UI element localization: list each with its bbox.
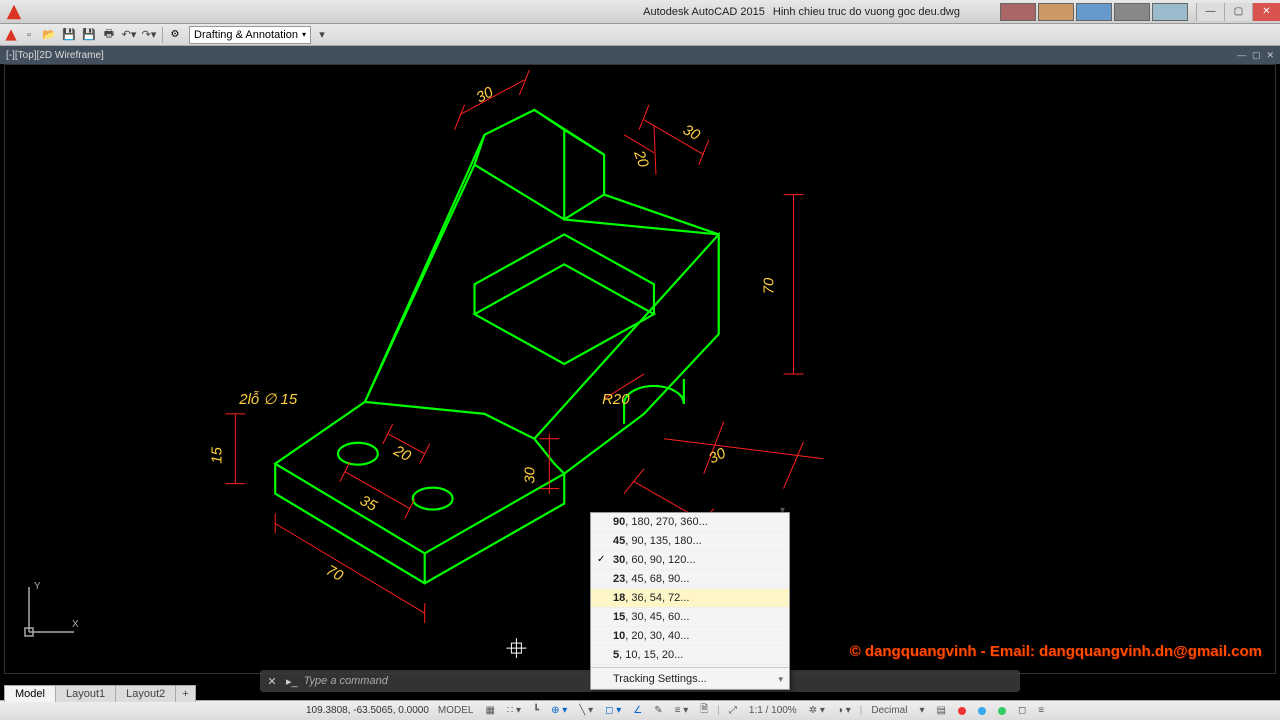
quick-access-toolbar: ▫ 📂 💾 💾 🖶 ↶▾ ↷▾ ⚙ Drafting & Annotation … <box>0 24 1280 46</box>
watermark: © dangquangvinh - Email: dangquangvinh.d… <box>850 643 1262 660</box>
status-bar: 109.3808, -63.5065, 0.0000 MODEL ▦ ∷ ▾ ┗… <box>0 700 1280 720</box>
status-space[interactable]: MODEL <box>435 705 477 716</box>
task-tile[interactable] <box>1000 3 1036 21</box>
tab-layout2[interactable]: Layout2 <box>115 685 176 702</box>
vp-close-icon[interactable]: ✕ <box>1266 50 1274 61</box>
close-button[interactable]: ✕ <box>1252 3 1280 21</box>
app-title: Autodesk AutoCAD 2015 <box>643 6 765 18</box>
svg-text:30: 30 <box>706 444 729 467</box>
dot2-icon[interactable] <box>975 707 989 715</box>
svg-text:70: 70 <box>761 277 778 294</box>
status-person-icon[interactable]: ◑ ▾ <box>834 705 854 716</box>
lwt-icon[interactable]: ≡ ▾ <box>672 705 692 716</box>
svg-text:X: X <box>72 619 79 630</box>
task-tile[interactable] <box>1076 3 1112 21</box>
polar-angle-option[interactable]: 15, 30, 45, 60... <box>591 608 789 627</box>
doc-title: Hinh chieu truc do vuong goc deu.dwg <box>773 6 960 18</box>
task-tiles <box>1000 3 1188 21</box>
undo-icon[interactable]: ↶▾ <box>120 27 138 43</box>
polar-angle-option[interactable]: 5, 10, 15, 20... <box>591 646 789 665</box>
polar-angle-option[interactable]: 18, 36, 54, 72... <box>591 589 789 608</box>
clean-icon[interactable]: ◻ <box>1015 705 1029 716</box>
polar-icon[interactable]: ⊕ ▾ <box>548 705 570 716</box>
svg-text:30: 30 <box>680 121 703 144</box>
print-icon[interactable]: 🖶 <box>100 27 118 43</box>
dot1-icon[interactable] <box>955 707 969 715</box>
tab-model[interactable]: Model <box>4 685 56 702</box>
svg-text:2lỗ ∅ 15: 2lỗ ∅ 15 <box>238 391 298 408</box>
dimension-text: 30 30 20 70 30 90 15 70 30 20 35 2lỗ ∅ 1… <box>208 83 777 585</box>
ortho-icon[interactable]: ┗ <box>530 705 542 716</box>
snap-icon[interactable]: ∷ ▾ <box>504 705 524 716</box>
workspace-icon[interactable]: ⚙ <box>167 27 183 43</box>
app-logo-icon <box>4 3 24 21</box>
viewport-header: [-][Top][2D Wireframe] — ▢ ✕ <box>0 46 1280 64</box>
svg-text:35: 35 <box>357 492 380 515</box>
task-tile[interactable] <box>1114 3 1150 21</box>
redo-icon[interactable]: ↷▾ <box>140 27 158 43</box>
task-tile[interactable] <box>1152 3 1188 21</box>
app-menu-icon[interactable] <box>4 28 18 42</box>
sc-icon[interactable]: ⤢ <box>726 705 740 716</box>
polar-angle-option[interactable]: 10, 20, 30, 40... <box>591 627 789 646</box>
workspace-dropdown[interactable]: Drafting & Annotation ▾ <box>189 26 311 44</box>
polar-angle-option[interactable]: 90, 180, 270, 360... <box>591 513 789 532</box>
qp-icon[interactable]: ▤ <box>934 705 949 716</box>
saveas-icon[interactable]: 💾 <box>80 27 98 43</box>
gear-icon[interactable]: ✲ ▾ <box>806 705 828 716</box>
svg-text:R20: R20 <box>602 391 630 408</box>
svg-text:Y: Y <box>34 581 41 592</box>
custom-icon[interactable]: ≡ <box>1035 705 1047 716</box>
svg-text:70: 70 <box>323 562 346 585</box>
task-tile[interactable] <box>1038 3 1074 21</box>
grid-icon[interactable]: ▦ <box>482 705 497 716</box>
new-icon[interactable]: ▫ <box>20 27 38 43</box>
chevron-down-icon: ▾ <box>302 30 306 39</box>
minimize-button[interactable]: — <box>1196 3 1224 21</box>
tab-layout1[interactable]: Layout1 <box>55 685 116 702</box>
svg-text:20: 20 <box>390 442 414 466</box>
save-icon[interactable]: 💾 <box>60 27 78 43</box>
dot3-icon[interactable] <box>995 707 1009 715</box>
status-coords: 109.3808, -63.5065, 0.0000 <box>306 705 429 716</box>
iso-icon[interactable]: ╲ ▾ <box>576 705 596 716</box>
command-close-icon[interactable]: ✕ <box>264 675 280 688</box>
status-scale[interactable]: 1:1 / 100% <box>746 705 800 716</box>
tracking-settings[interactable]: Tracking Settings... <box>591 670 789 689</box>
svg-text:15: 15 <box>208 446 225 463</box>
open-icon[interactable]: 📂 <box>40 27 58 43</box>
polar-angle-option[interactable]: 23, 45, 68, 90... <box>591 570 789 589</box>
ucs-icon: Y X <box>14 577 84 650</box>
dyn-icon[interactable]: ✎ <box>651 705 665 716</box>
svg-text:30: 30 <box>521 466 538 483</box>
polar-angle-option[interactable]: 45, 90, 135, 180... <box>591 532 789 551</box>
titlebar: Autodesk AutoCAD 2015 Hinh chieu truc do… <box>0 0 1280 24</box>
maximize-button[interactable]: ▢ <box>1224 3 1252 21</box>
osnap-icon[interactable]: ◻ ▾ <box>602 705 624 716</box>
svg-text:30: 30 <box>473 83 496 106</box>
svg-text:20: 20 <box>630 147 652 170</box>
otrack-icon[interactable]: ∠ <box>630 705 645 716</box>
command-prompt-icon: ▸_ <box>286 675 298 688</box>
vp-max-icon[interactable]: ▢ <box>1252 50 1261 61</box>
polar-angle-menu[interactable]: ▾ 90, 180, 270, 360...45, 90, 135, 180..… <box>590 512 790 690</box>
workspace-more-icon[interactable]: ▾ <box>313 27 331 43</box>
status-units[interactable]: Decimal <box>868 705 910 716</box>
polar-angle-option[interactable]: ✓30, 60, 90, 120... <box>591 551 789 570</box>
tpy-icon[interactable]: 🗎 <box>697 702 711 719</box>
tab-add[interactable]: + <box>175 685 195 702</box>
vp-min-icon[interactable]: — <box>1237 50 1246 61</box>
layout-tabs: Model Layout1 Layout2 + <box>4 685 195 702</box>
workspace-label: Drafting & Annotation <box>194 29 298 41</box>
viewport-header-label[interactable]: [-][Top][2D Wireframe] <box>6 50 104 61</box>
